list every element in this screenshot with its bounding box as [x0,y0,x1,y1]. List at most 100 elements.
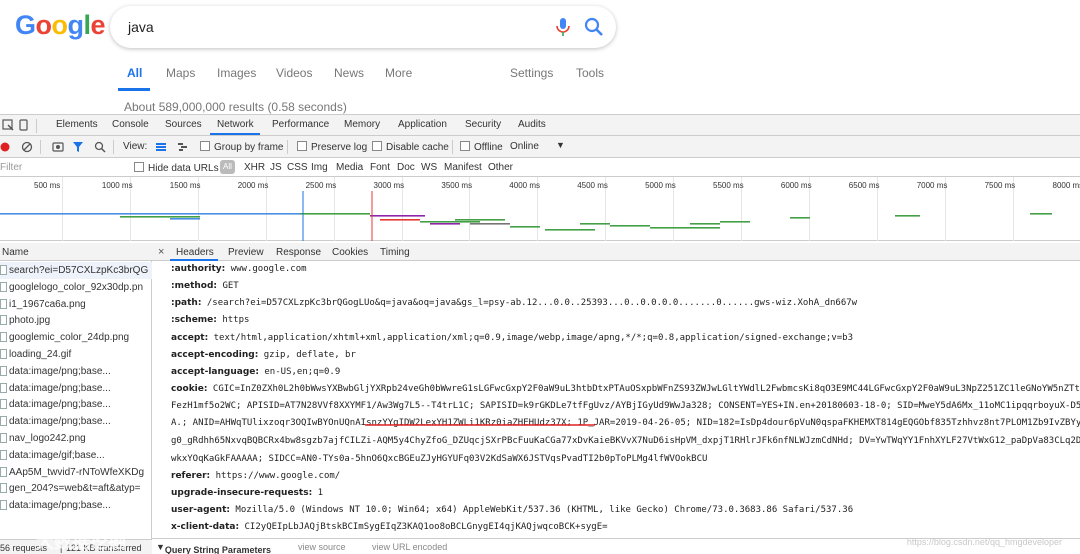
search-query[interactable]: java [128,19,154,35]
overlay-watermark: 大数据挖掘 [36,532,126,552]
request-row[interactable]: googlelogo_color_92x30dp.pn [0,279,152,296]
checkbox-icon[interactable] [200,141,210,151]
header-value: text/html,application/xhtml+xml,applicat… [213,333,854,343]
large-rows-icon[interactable] [155,141,167,153]
tab-videos[interactable]: Videos [276,66,312,80]
checkbox-icon[interactable] [460,141,470,151]
tab-headers[interactable]: Headers [176,247,214,258]
waterfall-overview-icon[interactable] [177,141,189,153]
google-logo[interactable]: Google [15,10,106,41]
tab-tools[interactable]: Tools [576,66,604,80]
request-row[interactable]: googlemic_color_24dp.png [0,329,152,346]
filter-all-button[interactable]: All [220,160,235,174]
inspect-element-icon[interactable] [2,119,14,131]
header-key: accept-language: [171,367,259,377]
query-string-title: Query String Parameters [164,545,271,554]
tab-timing[interactable]: Timing [380,247,410,258]
filter-css[interactable]: CSS [287,162,308,173]
filter-font[interactable]: Font [370,162,390,173]
close-icon[interactable]: × [158,246,164,258]
filter-media[interactable]: Media [336,162,363,173]
request-row[interactable]: data:image/png;base... [0,396,152,413]
filter-icon[interactable] [72,141,84,153]
tab-preview[interactable]: Preview [228,247,264,258]
request-row[interactable]: i1_1967ca6a.png [0,296,152,313]
network-overview-timeline[interactable]: 500 ms 1000 ms 1500 ms 2000 ms 2500 ms 3000 m… [0,177,1080,241]
offline-checkbox[interactable]: Offline [460,141,503,153]
group-by-frame-checkbox[interactable]: Group by frame [200,141,283,153]
panel-tab-audits[interactable]: Audits [518,119,546,130]
tab-images[interactable]: Images [217,66,256,80]
panel-tab-console[interactable]: Console [112,119,149,130]
query-string-toggle[interactable]: ▼ Query String Parameters [156,542,271,554]
panel-tab-memory[interactable]: Memory [344,119,380,130]
hide-data-urls-checkbox[interactable]: Hide data URLs [134,162,219,174]
disable-cache-checkbox[interactable]: Disable cache [372,141,449,153]
record-icon[interactable] [0,141,12,153]
header-value: FezH1mf5o2WC; APISID=AT7N28VVf8XXYMF1/Aw… [171,401,1080,411]
tab-all[interactable]: All [127,66,142,80]
request-row[interactable]: data:image/gif;base... [0,447,152,464]
request-name: data:image/png;base... [9,416,111,428]
clear-icon[interactable] [21,141,33,153]
request-row[interactable]: data:image/png;base... [0,363,152,380]
request-row[interactable]: data:image/png;base... [0,380,152,397]
tab-maps[interactable]: Maps [166,66,195,80]
filter-manifest[interactable]: Manifest [444,162,482,173]
header-key: referer: [171,471,211,481]
panel-tab-elements[interactable]: Elements [56,119,98,130]
panel-tab-performance[interactable]: Performance [272,119,329,130]
request-row[interactable]: data:image/png;base... [0,497,152,514]
request-row[interactable]: nav_logo242.png [0,430,152,447]
search-icon[interactable] [94,141,106,153]
checkbox-icon[interactable] [297,141,307,151]
waterfall-bar [895,215,920,217]
tab-settings[interactable]: Settings [510,66,553,80]
filter-doc[interactable]: Doc [397,162,415,173]
request-row[interactable]: loading_24.gif [0,346,152,363]
panel-tab-sources[interactable]: Sources [165,119,202,130]
filter-js[interactable]: JS [270,162,282,173]
microphone-icon[interactable] [554,17,572,37]
filter-other[interactable]: Other [488,162,513,173]
view-url-encoded-link[interactable]: view URL encoded [372,542,447,552]
preserve-log-checkbox[interactable]: Preserve log [297,141,367,153]
panel-tab-network[interactable]: Network [217,119,254,130]
request-row[interactable]: search?ei=D57CXLzpKc3brQG [0,262,152,279]
search-box[interactable]: java [110,6,616,48]
chevron-down-icon[interactable]: ▼ [556,140,565,150]
checkbox-icon[interactable] [134,162,144,172]
request-name: photo.jpg [9,315,51,327]
panel-tab-security[interactable]: Security [465,119,501,130]
device-toolbar-icon[interactable] [18,119,30,131]
screenshot-capture-icon[interactable] [52,141,64,153]
name-column-header[interactable]: Name [0,243,152,261]
tab-cookies[interactable]: Cookies [332,247,368,258]
header-row: upgrade-insecure-requests: 1 [171,488,323,498]
request-row[interactable]: photo.jpg [0,312,152,329]
filter-input[interactable]: Filter [0,162,22,173]
filter-xhr[interactable]: XHR [244,162,265,173]
request-row[interactable]: data:image/png;base... [0,413,152,430]
filter-ws[interactable]: WS [421,162,437,173]
tab-response[interactable]: Response [276,247,321,258]
devtools: Elements Console Sources Network Perform… [0,114,1080,554]
request-row[interactable]: gen_204?s=web&t=aft&atyp= [0,480,152,497]
tab-more[interactable]: More [385,66,412,80]
request-name: googlemic_color_24dp.png [9,332,130,344]
tab-news[interactable]: News [334,66,364,80]
active-tab-indicator [118,88,150,91]
filter-bar: Filter Hide data URLs All XHR JS CSS Img… [0,158,1080,177]
search-icon[interactable] [583,16,605,38]
view-source-link[interactable]: view source [298,542,346,552]
panel-tab-application[interactable]: Application [398,119,447,130]
browser-page: Google java All Maps Images Videos News … [0,0,1080,554]
throttling-value: Online [510,141,539,152]
request-row[interactable]: AAp5M_twvid7-rNToWfeXKDg [0,464,152,481]
filter-img[interactable]: Img [311,162,328,173]
waterfall-bar [690,223,720,225]
throttling-select[interactable]: Online [510,141,539,152]
checkbox-icon[interactable] [372,141,382,151]
request-name: data:image/gif;base... [9,449,105,461]
file-icon [0,349,7,359]
